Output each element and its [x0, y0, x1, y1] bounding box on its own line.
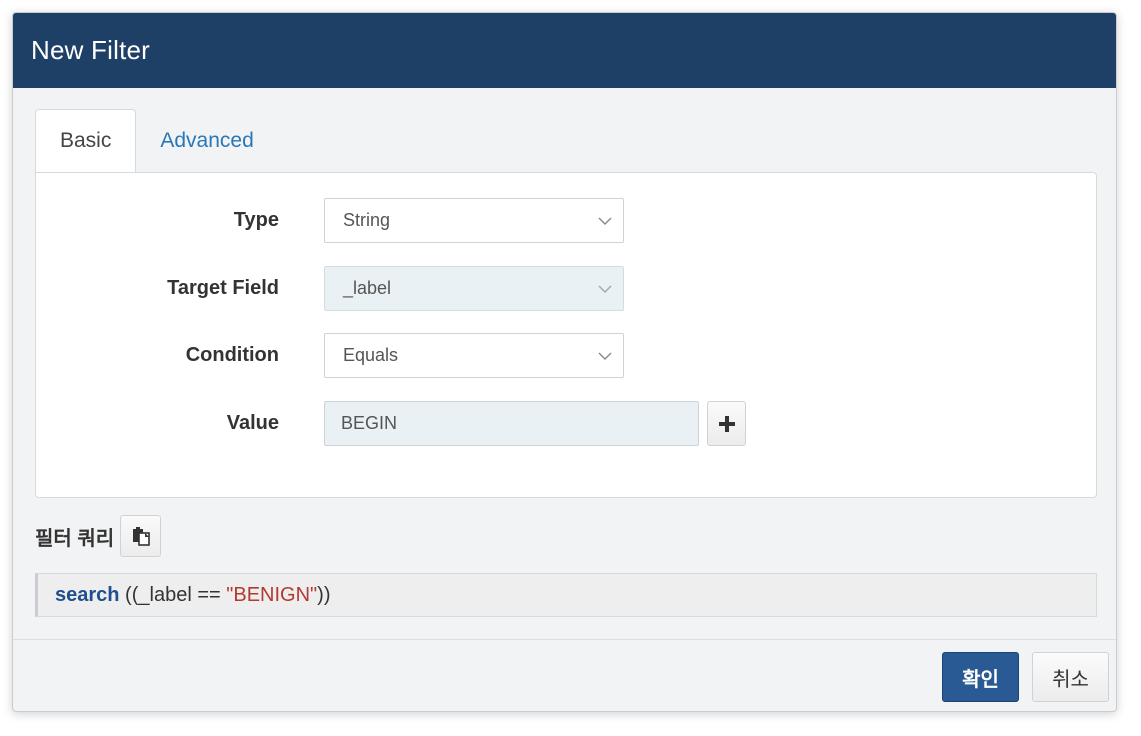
clipboard-icon	[132, 527, 150, 546]
query-open-paren: ((	[119, 583, 139, 606]
condition-select[interactable]: Equals	[324, 333, 624, 378]
tab-advanced[interactable]: Advanced	[136, 110, 277, 172]
value-label: Value	[226, 412, 279, 434]
value-input[interactable]: BEGIN	[324, 401, 699, 446]
target-field-select-value: _label	[343, 278, 392, 298]
type-label: Type	[233, 209, 279, 231]
dialog-title: New Filter	[31, 35, 151, 65]
condition-label: Condition	[185, 344, 279, 366]
add-value-button[interactable]	[707, 401, 746, 446]
target-field-row: Target Field _label	[36, 266, 624, 311]
footer-divider	[13, 639, 1116, 640]
filter-query-code: search ((_label == "BENIGN"))	[35, 573, 1097, 617]
type-row: Type String	[36, 198, 624, 243]
condition-row: Condition Equals	[36, 333, 624, 378]
target-field-select[interactable]: _label	[324, 266, 624, 311]
basic-tab-panel: Type String Target Field _label Conditio…	[35, 172, 1097, 498]
filter-tabs: Basic Advanced	[35, 109, 278, 172]
value-row: Value BEGIN	[36, 401, 746, 446]
query-close-paren: ))	[317, 583, 331, 606]
filter-query-header: 필터 쿼리	[35, 515, 162, 557]
confirm-button[interactable]: 확인	[942, 652, 1019, 702]
condition-select-value: Equals	[343, 345, 399, 365]
plus-icon	[718, 415, 735, 432]
copy-query-button[interactable]	[120, 515, 162, 557]
new-filter-dialog: New Filter Basic Advanced Type String Ta…	[12, 12, 1117, 712]
type-select[interactable]: String	[324, 198, 624, 243]
query-string-value: "BENIGN"	[226, 583, 318, 606]
query-keyword: search	[55, 583, 120, 606]
value-input-text: BEGIN	[341, 413, 398, 433]
chevron-down-icon	[598, 285, 612, 293]
tab-basic[interactable]: Basic	[35, 109, 137, 172]
type-select-value: String	[343, 210, 391, 230]
filter-query-label: 필터 쿼리	[35, 527, 115, 550]
chevron-down-icon	[598, 352, 612, 360]
query-field: _label	[138, 583, 192, 606]
cancel-button[interactable]: 취소	[1032, 652, 1109, 702]
target-field-label: Target Field	[167, 277, 279, 299]
chevron-down-icon	[598, 217, 612, 225]
dialog-header: New Filter	[13, 13, 1116, 88]
query-operator: ==	[191, 583, 227, 606]
